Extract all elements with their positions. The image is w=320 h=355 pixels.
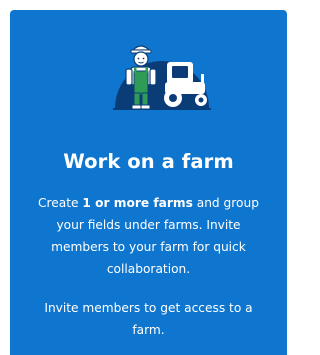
invite-note: Invite members to get access to a farm. [44,301,253,337]
card-description: Create 1 or more farms and group your fi… [32,192,265,280]
farmer-with-tractor-illustration [113,45,211,110]
card-title: Work on a farm [63,150,234,173]
work-on-farm-card[interactable]: Work on a farm Create 1 or more farms an… [10,10,287,355]
ground-line [113,108,211,110]
description-bold-text: 1 or more farms [82,196,193,210]
description-text-start: Create [38,196,83,210]
